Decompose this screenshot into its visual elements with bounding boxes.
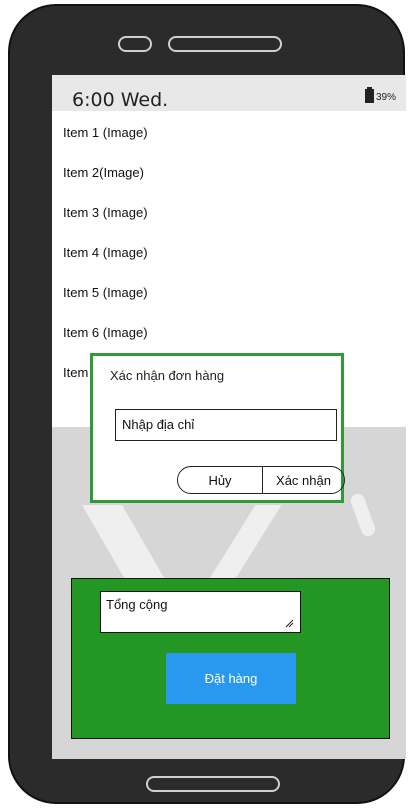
status-time: 6:00 Wed. xyxy=(72,89,169,111)
list-item[interactable]: Item 6 (Image) xyxy=(63,325,148,340)
address-input[interactable]: Nhập địa chỉ xyxy=(115,409,337,441)
list-item[interactable]: Item xyxy=(63,365,88,380)
order-confirm-dialog: Xác nhận đơn hàng Nhập địa chỉ Hủy Xác n… xyxy=(90,353,345,503)
battery-indicator: 39% xyxy=(364,87,396,103)
cancel-button[interactable]: Hủy xyxy=(178,467,263,493)
phone-screen: 6:00 Wed. 39% Item 1 (Image) Item 2(Imag… xyxy=(52,75,406,759)
front-camera xyxy=(118,36,152,52)
battery-icon xyxy=(364,87,374,103)
list-item[interactable]: Item 2(Image) xyxy=(63,165,144,180)
resize-handle-icon[interactable] xyxy=(284,618,294,628)
total-field-text: Tổng cộng xyxy=(106,597,168,612)
status-bar: 6:00 Wed. 39% xyxy=(52,75,406,111)
dialog-button-group: Hủy Xác nhận xyxy=(177,466,345,494)
total-field[interactable]: Tổng cộng xyxy=(100,591,301,633)
order-panel: Tổng cộng Đặt hàng xyxy=(71,578,390,739)
list-item[interactable]: Item 1 (Image) xyxy=(63,125,148,140)
dialog-title: Xác nhận đơn hàng xyxy=(110,368,225,383)
home-button[interactable] xyxy=(146,776,280,792)
confirm-button[interactable]: Xác nhận xyxy=(263,467,344,493)
list-item[interactable]: Item 4 (Image) xyxy=(63,245,148,260)
phone-frame: 6:00 Wed. 39% Item 1 (Image) Item 2(Imag… xyxy=(8,4,406,804)
list-item[interactable]: Item 5 (Image) xyxy=(63,285,148,300)
speaker-grille xyxy=(168,36,282,52)
place-order-button[interactable]: Đặt hàng xyxy=(166,653,296,704)
battery-percent: 39% xyxy=(375,92,396,103)
list-item[interactable]: Item 3 (Image) xyxy=(63,205,148,220)
